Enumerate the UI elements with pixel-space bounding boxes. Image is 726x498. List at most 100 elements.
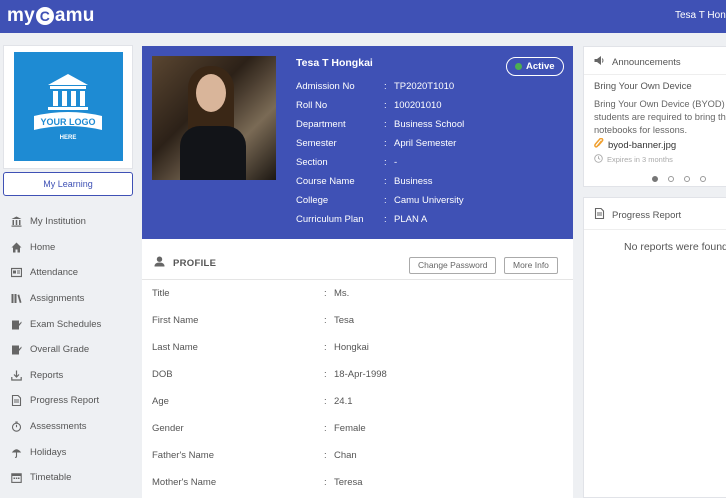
my-learning-button[interactable]: My Learning: [3, 172, 133, 196]
umbrella-icon: [10, 446, 22, 458]
sidebar-item-label: Assignments: [30, 293, 85, 305]
sidebar-item-assessments[interactable]: Assessments: [0, 414, 142, 440]
student-summary-panel: Tesa T Hongkai Active Admission No: TP202…: [142, 46, 573, 239]
document-icon: [594, 207, 605, 222]
field-value: Hongkai: [334, 342, 369, 353]
detail-label: Roll No: [296, 100, 328, 111]
announcements-card: Announcements Bring Your Own Device Brin…: [583, 46, 726, 187]
sidebar-item-label: Reports: [30, 369, 64, 381]
field-value: 24.1: [334, 396, 353, 407]
detail-value: TP2020T1010: [394, 81, 455, 92]
detail-value: -: [394, 157, 398, 168]
detail-value: 100201010: [394, 100, 442, 111]
user-menu[interactable]: Tesa T Hongkai: [675, 10, 726, 21]
divider: [584, 74, 726, 75]
app-logo[interactable]: my Camu: [7, 5, 95, 27]
detail-label: Admission No: [296, 81, 355, 92]
student-name: Tesa T Hongkai: [296, 57, 373, 69]
detail-row: Semester: April Semester: [296, 138, 457, 149]
field-label: Mother's Name: [152, 477, 217, 488]
field-value: Chan: [334, 450, 357, 461]
divider: [584, 229, 726, 230]
carousel-dots: [652, 176, 716, 182]
detail-label: College: [296, 195, 329, 206]
attachment-link[interactable]: byod-banner.jpg: [594, 137, 677, 152]
profile-title: PROFILE: [173, 257, 217, 269]
calendar-icon: [10, 472, 22, 484]
sidebar-item-overall-grade[interactable]: Overall Grade: [0, 337, 142, 363]
detail-row: College: Camu University: [296, 195, 464, 206]
field-value: Ms.: [334, 288, 350, 299]
sidebar-item-assignments[interactable]: Assignments: [0, 286, 142, 312]
detail-row: Course Name: Business: [296, 176, 433, 187]
progress-report-title: Progress Report: [612, 209, 682, 221]
detail-value: April Semester: [394, 138, 457, 149]
field-label: First Name: [152, 315, 199, 326]
more-info-button[interactable]: More Info: [504, 257, 558, 274]
carousel-dot[interactable]: [652, 176, 658, 182]
sidebar-item-attendance[interactable]: Attendance: [0, 260, 142, 286]
sidebar-item-label: Home: [30, 241, 56, 253]
sidebar-item-label: Timetable: [30, 472, 72, 484]
sidebar-item-timetable[interactable]: Timetable: [0, 465, 142, 491]
institution-logo: YOUR LOGO HERE: [14, 52, 123, 161]
detail-label: Course Name: [296, 176, 355, 187]
attendance-icon: [10, 267, 22, 279]
field-label: Title: [152, 288, 170, 299]
field-label: Father's Name: [152, 450, 215, 461]
attachment-name: byod-banner.jpg: [608, 139, 677, 151]
download-icon: [10, 369, 22, 381]
carousel-dot[interactable]: [700, 176, 706, 182]
expiry-info: Expires in 3 months: [594, 154, 673, 165]
sidebar-item-label: Holidays: [30, 446, 67, 458]
carousel-dot[interactable]: [684, 176, 690, 182]
assignments-icon: [10, 293, 22, 305]
detail-value: PLAN A: [394, 214, 428, 225]
sidebar-item-label: Overall Grade: [30, 344, 90, 356]
expiry-text: Expires in 3 months: [607, 155, 673, 164]
change-password-button[interactable]: Change Password: [409, 257, 497, 274]
sidebar-item-label: Assessments: [30, 421, 87, 433]
profile-field-row: Title: Ms.: [152, 288, 350, 299]
megaphone-icon: [594, 55, 605, 69]
detail-row: Section: -: [296, 157, 398, 168]
announcement-body: Bring Your Own Device (BYOD) students ar…: [594, 99, 726, 135]
sidebar-item-progress-report[interactable]: Progress Report: [0, 388, 142, 414]
logo-c-mark: C: [35, 7, 54, 25]
sidebar-item-label: Progress Report: [30, 395, 100, 407]
profile-field-row: Father's Name: Chan: [152, 450, 357, 461]
profile-field-row: DOB:18-Apr-1998: [152, 369, 387, 380]
grade-icon: [10, 344, 22, 356]
document-icon: [10, 395, 22, 407]
detail-label: Semester: [296, 138, 337, 149]
svg-text:HERE: HERE: [60, 135, 77, 141]
sidebar-item-holidays[interactable]: Holidays: [0, 439, 142, 465]
field-label: Gender: [152, 423, 184, 434]
sidebar-item-exam-schedules[interactable]: Exam Schedules: [0, 311, 142, 337]
field-value: Female: [334, 423, 366, 434]
field-value: Tesa: [334, 315, 355, 326]
field-label: Age: [152, 396, 169, 407]
home-icon: [10, 241, 22, 253]
sidebar-item-reports[interactable]: Reports: [0, 363, 142, 389]
progress-report-heading: Progress Report: [594, 207, 682, 222]
sidebar-item-label: Attendance: [30, 267, 79, 279]
status-badge: Active: [506, 57, 564, 76]
empty-state-text: No reports were found: [624, 241, 726, 253]
profile-field-row: First Name: Tesa: [152, 315, 355, 326]
sidebar-item-label: Exam Schedules: [30, 318, 102, 330]
carousel-dot[interactable]: [668, 176, 674, 182]
announcement-title[interactable]: Bring Your Own Device: [594, 81, 692, 92]
detail-label: Curriculum Plan: [296, 214, 364, 225]
status-dot-icon: [515, 63, 522, 70]
progress-report-card: Progress Report No reports were found: [583, 197, 726, 498]
sidebar-item-my-institution[interactable]: My Institution: [0, 209, 142, 235]
logo-text-right: amu: [54, 5, 95, 26]
svg-text:YOUR LOGO: YOUR LOGO: [40, 117, 95, 127]
sidebar: YOUR LOGO HERE My Learning My Institutio…: [0, 33, 142, 498]
sidebar-item-label: My Institution: [30, 216, 86, 228]
sidebar-item-home[interactable]: Home: [0, 235, 142, 261]
detail-value: Business: [394, 176, 433, 187]
announcements-title: Announcements: [612, 56, 681, 68]
announcements-heading: Announcements: [594, 55, 681, 69]
